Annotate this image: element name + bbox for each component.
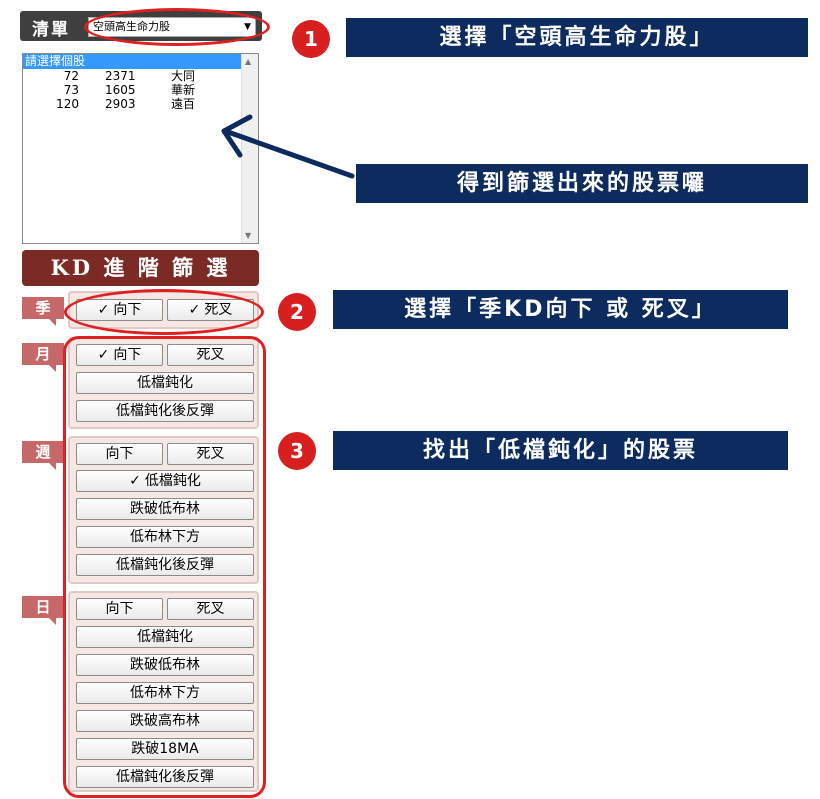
step3-number-badge: 3: [278, 432, 316, 470]
step3-callout: 找出「低檔鈍化」的股票: [333, 431, 788, 470]
step2-callout: 選擇「季KD向下 或 死叉」: [333, 290, 788, 329]
result-arrow-icon: [221, 114, 355, 179]
result-callout: 得到篩選出來的股票囉: [356, 164, 808, 203]
step2-number-badge: 2: [278, 293, 316, 331]
